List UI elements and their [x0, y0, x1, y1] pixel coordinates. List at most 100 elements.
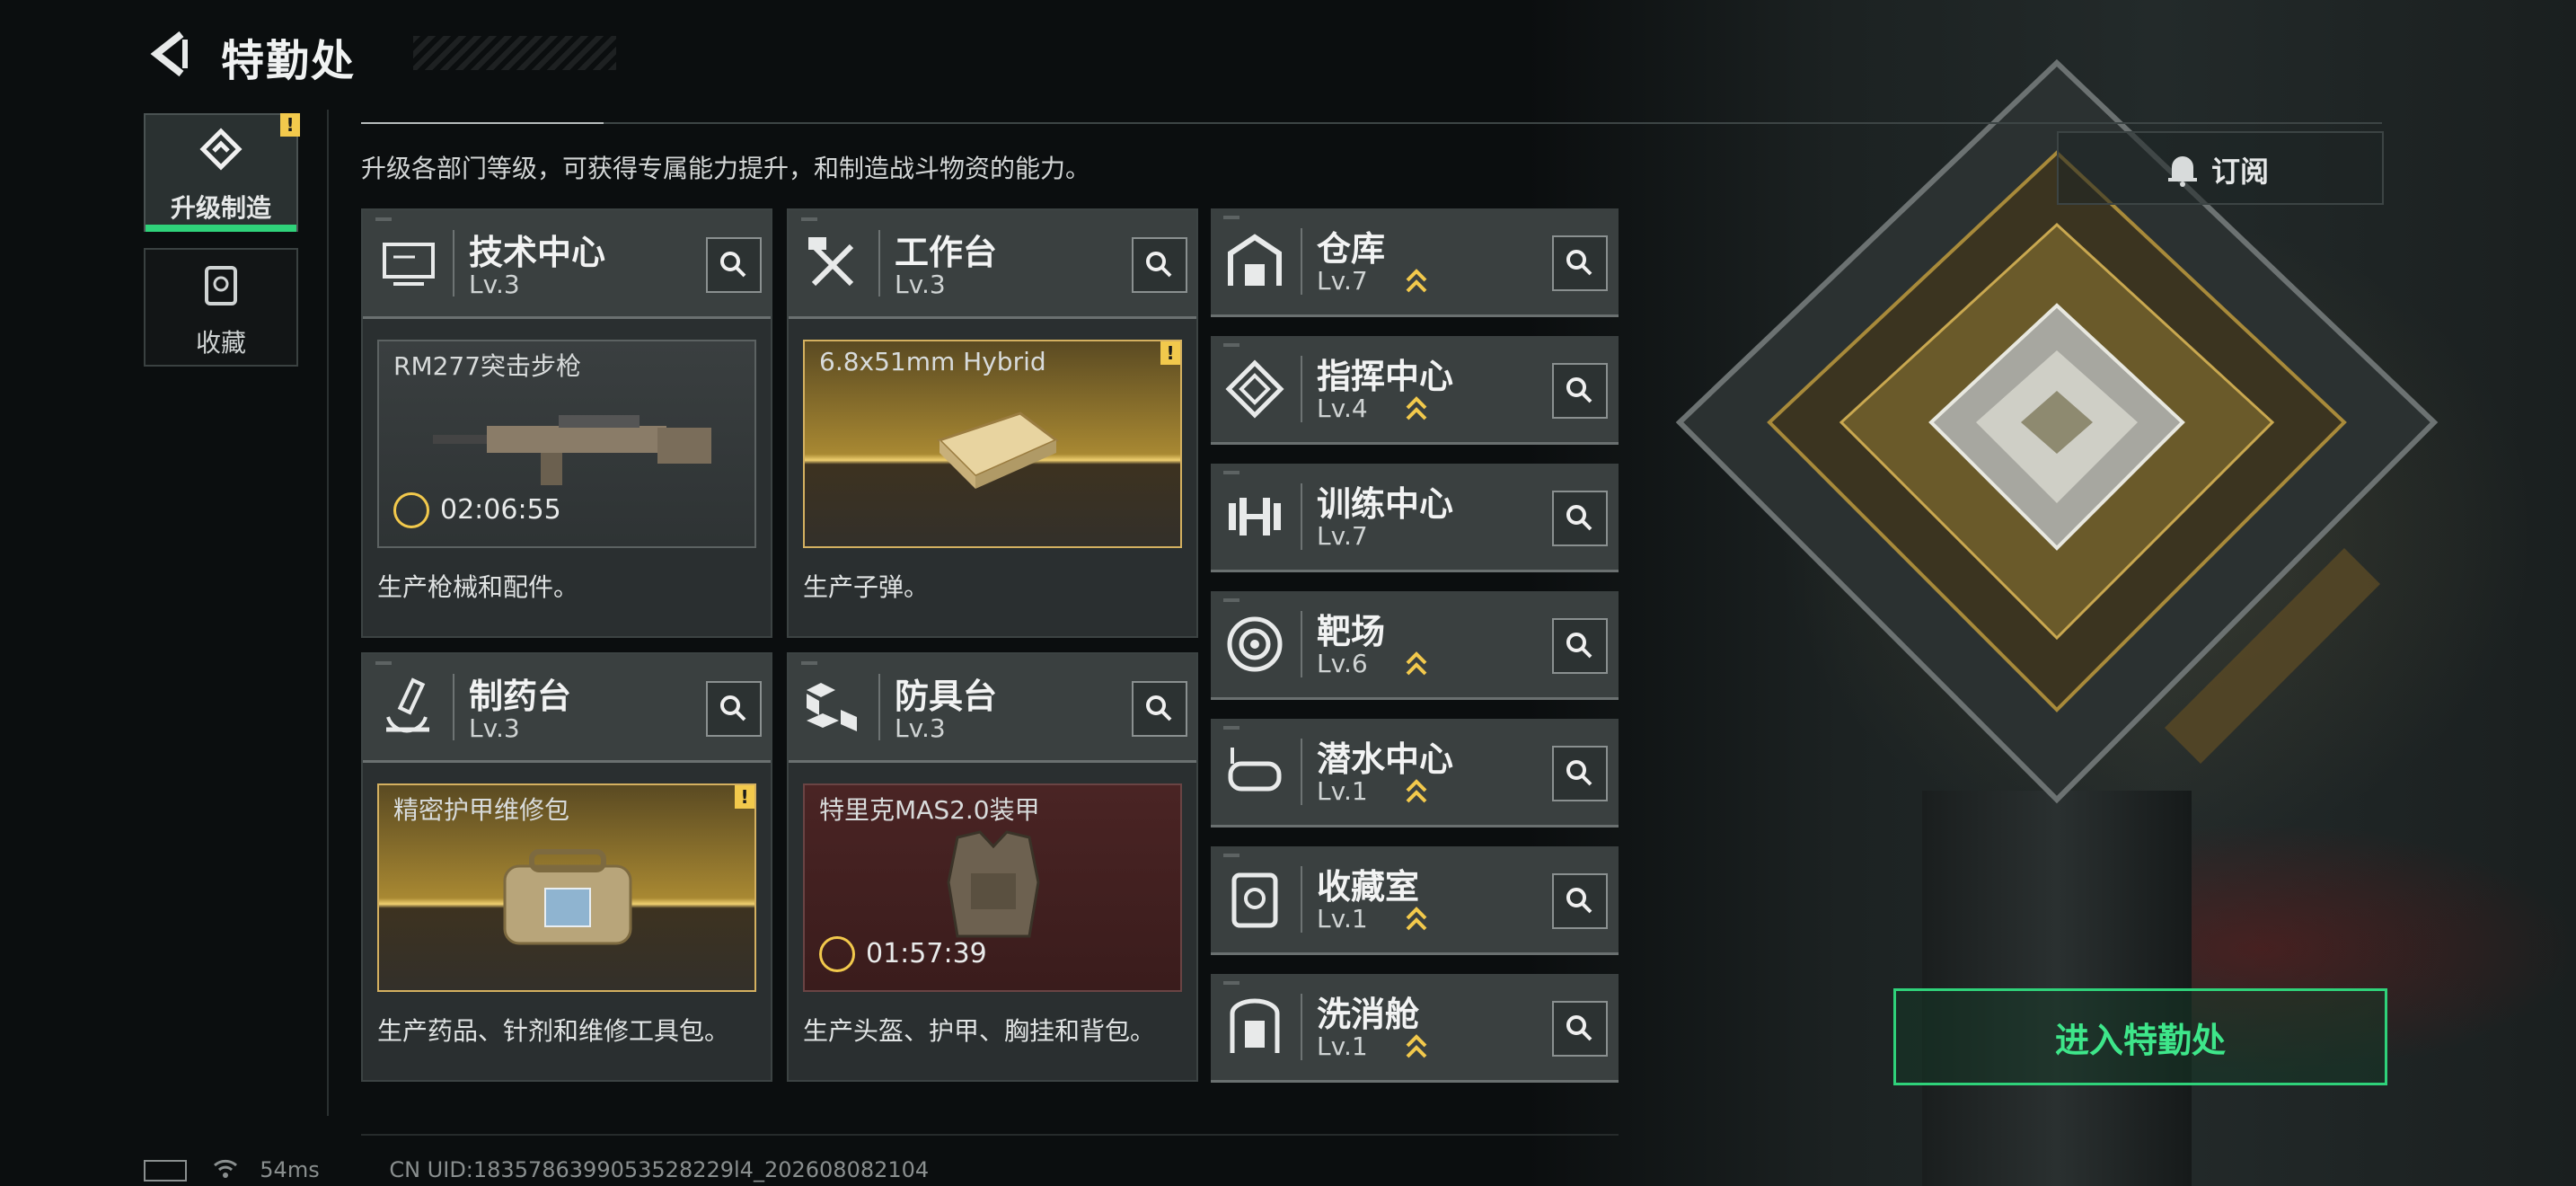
tools-icon	[808, 237, 854, 287]
search-icon	[1566, 505, 1592, 531]
collection-icon	[1231, 872, 1278, 928]
facility-row-shooting-range[interactable]: 靶场 Lv.6	[1211, 591, 1619, 700]
search-icon	[720, 252, 746, 278]
facility-card-pharmacy[interactable]: 制药台 Lv.3 精密护甲维修包 ! 生产药品、针剂和维修工具包。	[361, 652, 772, 1082]
page-title: 特勤处	[221, 36, 357, 86]
facility-name: 制药台	[469, 677, 572, 716]
search-icon	[1566, 250, 1592, 276]
facility-level: Lv.3	[469, 270, 520, 299]
card-header: 制药台 Lv.3	[363, 654, 771, 763]
facility-level: Lv.7	[1317, 521, 1368, 551]
facility-level: Lv.4	[1317, 394, 1368, 423]
product-name: 精密护甲维修包	[393, 795, 570, 825]
monitor-icon	[383, 243, 435, 286]
facility-row-collection-room[interactable]: 收藏室 Lv.1	[1211, 846, 1619, 955]
facility-row-command-center[interactable]: 指挥中心 Lv.4	[1211, 336, 1619, 445]
inspect-button[interactable]	[1552, 746, 1608, 801]
facility-row-dive-center[interactable]: 潜水中心 Lv.1	[1211, 719, 1619, 828]
facility-name: 洗消舱	[1317, 995, 1420, 1034]
battery-icon	[144, 1160, 187, 1182]
back-button[interactable]	[144, 27, 198, 81]
search-icon	[1566, 760, 1592, 786]
facility-row-decon-chamber[interactable]: 洗消舱 Lv.1	[1211, 974, 1619, 1083]
inspect-button[interactable]	[1132, 681, 1187, 737]
facility-level: Lv.1	[1317, 1031, 1368, 1061]
timer-text: 01:57:39	[866, 938, 987, 969]
decon-icon	[1230, 998, 1280, 1053]
subscribe-button[interactable]: 订阅	[2057, 131, 2384, 205]
divider	[327, 110, 329, 1116]
inspect-button[interactable]	[1552, 873, 1608, 929]
back-arrow-icon	[150, 31, 188, 77]
facility-level: Lv.3	[895, 270, 946, 299]
inspect-button[interactable]	[1552, 363, 1608, 419]
warehouse-icon	[1228, 234, 1282, 286]
facility-name: 指挥中心	[1317, 357, 1454, 396]
card-header: 工作台 Lv.3	[789, 210, 1196, 319]
facility-card-armor-bench[interactable]: 防具台 Lv.3 特里克MAS2.0装甲 01:57:39 生产头盔、护甲、胸挂…	[787, 652, 1198, 1082]
page-subtitle: 升级各部门等级，可获得专属能力提升，和制造战斗物资的能力。	[361, 154, 1091, 183]
search-icon	[1146, 252, 1172, 278]
microscope-icon	[386, 677, 429, 733]
facility-level: Lv.1	[1317, 904, 1368, 934]
production-slot[interactable]: 精密护甲维修包 !	[377, 783, 756, 992]
inspect-button[interactable]	[1552, 491, 1608, 546]
inspect-button[interactable]	[1552, 1001, 1608, 1057]
active-tab-indicator	[146, 225, 296, 232]
dive-mask-icon	[1228, 748, 1282, 792]
enter-facility-button[interactable]: 进入特勤处	[1893, 988, 2387, 1085]
facility-card-tech-center[interactable]: 技术中心 Lv.3 RM277突击步枪 02:06:55 生产枪械和配件。	[361, 208, 772, 638]
status-bar: 54ms CN UID:1835786399053528229l4_202608…	[144, 1157, 929, 1184]
tab-label: 升级制造	[170, 193, 271, 223]
timer-icon	[393, 492, 429, 528]
inspect-button[interactable]	[1552, 618, 1608, 674]
command-icon	[1225, 359, 1284, 419]
product-name: 特里克MAS2.0装甲	[819, 795, 1040, 825]
search-icon	[1566, 1015, 1592, 1041]
timer-text: 02:06:55	[440, 494, 561, 526]
facility-card-workbench[interactable]: 工作台 Lv.3 6.8x51mm Hybrid ! 生产子弹。	[787, 208, 1198, 638]
upgrade-available-icon	[1406, 651, 1427, 676]
slot-warning-badge: !	[1160, 341, 1180, 365]
facility-level: Lv.6	[1317, 649, 1368, 678]
card-header: 技术中心 Lv.3	[363, 210, 771, 319]
ping-text: 54ms	[260, 1157, 320, 1182]
search-icon	[1566, 377, 1592, 403]
production-slot[interactable]: 6.8x51mm Hybrid !	[803, 340, 1182, 548]
divider	[361, 1134, 1619, 1136]
search-icon	[720, 695, 746, 721]
production-slot[interactable]: RM277突击步枪 02:06:55	[377, 340, 756, 548]
facility-name: 靶场	[1317, 612, 1386, 651]
tab-collection[interactable]: 收藏	[144, 248, 298, 367]
inspect-button[interactable]	[706, 237, 762, 293]
facility-description: 生产头盔、护甲、胸挂和背包。	[803, 1016, 1156, 1046]
inspect-button[interactable]	[706, 681, 762, 737]
inspect-button[interactable]	[1552, 235, 1608, 291]
facility-level: Lv.3	[895, 713, 946, 743]
product-name: 6.8x51mm Hybrid	[819, 347, 1046, 376]
armor-vest-image	[947, 830, 1040, 938]
upgrade-available-icon	[1406, 1034, 1427, 1058]
upgrade-available-icon	[1406, 269, 1427, 293]
divider	[361, 122, 2382, 124]
facility-name: 训练中心	[1317, 484, 1454, 524]
search-icon	[1566, 888, 1592, 914]
inspect-button[interactable]	[1132, 237, 1187, 293]
facility-row-training-center[interactable]: 训练中心 Lv.7	[1211, 464, 1619, 572]
product-name: RM277突击步枪	[393, 351, 582, 381]
facility-row-warehouse[interactable]: 仓库 Lv.7	[1211, 208, 1619, 317]
search-icon	[1566, 633, 1592, 659]
enter-button-label: 进入特勤处	[2054, 1021, 2226, 1060]
timer-icon	[819, 936, 855, 972]
uid-text: CN UID:1835786399053528229l4_20260808210…	[389, 1157, 930, 1182]
title-decoration	[413, 36, 616, 70]
facility-name: 仓库	[1317, 229, 1386, 269]
production-slot[interactable]: 特里克MAS2.0装甲 01:57:39	[803, 783, 1182, 992]
upgrade-available-icon	[1406, 907, 1427, 931]
collection-icon	[205, 266, 237, 305]
tab-upgrade-craft[interactable]: ! 升级制造	[144, 113, 300, 232]
upgrade-available-icon	[1406, 779, 1427, 803]
upgrade-icon	[199, 128, 243, 171]
card-header: 防具台 Lv.3	[789, 654, 1196, 763]
rifle-image	[433, 415, 711, 485]
